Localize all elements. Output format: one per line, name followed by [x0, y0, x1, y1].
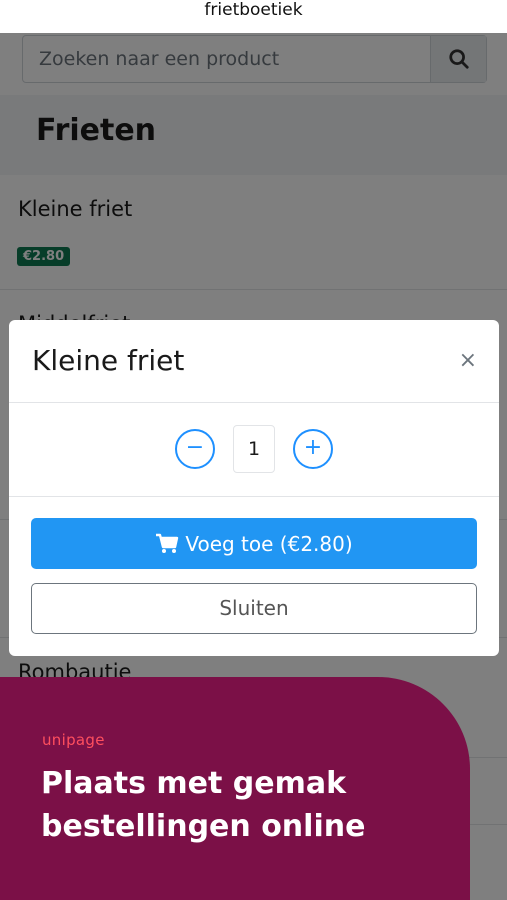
- decrease-quantity-button[interactable]: −: [175, 429, 215, 469]
- app-title: frietboetiek: [204, 0, 303, 20]
- close-button[interactable]: Sluiten: [31, 583, 477, 634]
- promo-banner: unipage Plaats met gemak bestellingen on…: [0, 677, 470, 900]
- quantity-field[interactable]: 1: [233, 425, 275, 473]
- add-to-cart-label: Voeg toe (€2.80): [185, 531, 353, 556]
- cart-icon: [156, 533, 179, 553]
- add-to-cart-modal: Kleine friet × − 1 + Voeg toe (€2.80) Sl…: [9, 320, 499, 656]
- quantity-stepper: − 1 +: [9, 403, 499, 497]
- modal-header: Kleine friet ×: [9, 320, 499, 403]
- app-header: frietboetiek: [0, 0, 507, 33]
- promo-headline: Plaats met gemak bestellingen online: [41, 766, 366, 844]
- increase-quantity-button[interactable]: +: [293, 429, 333, 469]
- modal-title: Kleine friet: [32, 344, 185, 377]
- brand-logo: unipage: [42, 731, 105, 749]
- add-to-cart-button[interactable]: Voeg toe (€2.80): [31, 518, 477, 569]
- close-icon[interactable]: ×: [459, 348, 477, 373]
